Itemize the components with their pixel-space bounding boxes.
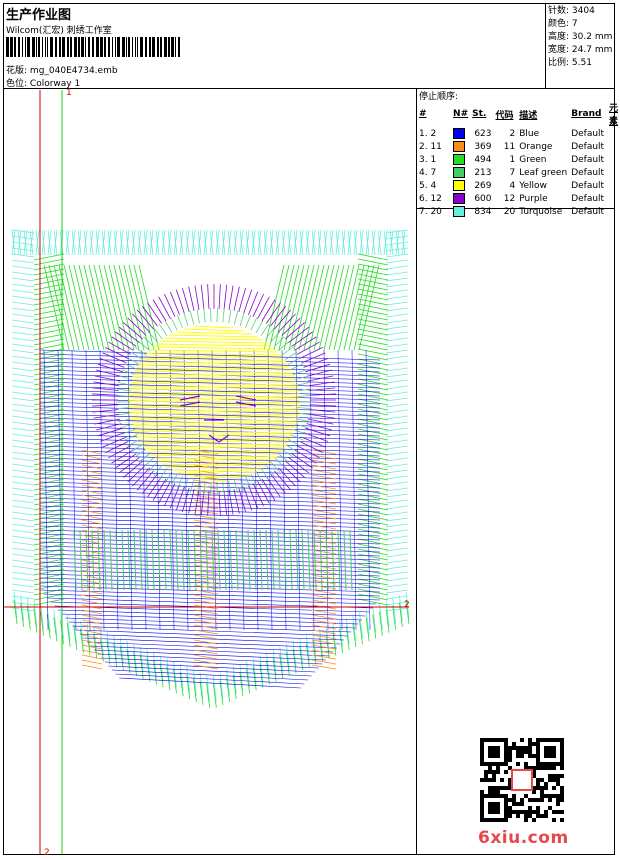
- color-swatch: [451, 205, 470, 218]
- color-swatch: [451, 166, 470, 179]
- col-code: 代码: [495, 110, 514, 121]
- legend-name: Blue: [519, 128, 540, 139]
- legend-name: Orange: [519, 141, 553, 152]
- header-divider: [3, 88, 615, 89]
- legend-element: [607, 179, 620, 192]
- swatch-box: [453, 180, 466, 191]
- legend-stitches: 369: [474, 141, 492, 152]
- swatch-box: [453, 193, 466, 204]
- colorway-label: 色位:: [6, 79, 28, 89]
- stat-scale: 比例: 5.51: [548, 58, 592, 68]
- stats-divider: [545, 3, 546, 89]
- site-logo: 6xiu.com: [478, 828, 569, 848]
- legend-name: Green: [519, 154, 547, 165]
- legend-name: Yellow: [519, 180, 547, 191]
- barcode: [6, 37, 180, 57]
- col-element: 元素: [608, 104, 618, 127]
- col-order: #: [419, 109, 427, 119]
- col-description: 描述: [519, 110, 538, 121]
- legend-code: 1: [509, 154, 516, 165]
- legend-name: Leaf green: [519, 167, 568, 178]
- legend-code: 20: [503, 206, 516, 217]
- legend-code: 2: [509, 128, 516, 139]
- stat-colors: 颜色: 7: [548, 19, 578, 29]
- design-label: 花版:: [6, 66, 28, 76]
- company-name: Wilcom(汇宏) 刺绣工作室: [6, 26, 112, 36]
- legend-order: 5. 4: [419, 180, 437, 191]
- swatch-box: [453, 128, 466, 139]
- legend-order: 3. 1: [419, 154, 437, 165]
- stats-panel: 针数: 3404 颜色: 7 高度: 30.2 mm 宽度: 24.7 mm 比…: [548, 5, 612, 70]
- color-swatch: [451, 179, 470, 192]
- legend-code: 7: [509, 167, 516, 178]
- legend-row: 7. 20 834 20 Turquoise Default: [417, 205, 620, 218]
- legend-brand: Default: [571, 141, 605, 152]
- legend-name: Turquoise: [519, 206, 563, 217]
- legend-stitches: 269: [474, 180, 492, 191]
- stat-stitches: 针数: 3404: [548, 6, 595, 16]
- embroidery-design: [4, 90, 410, 854]
- legend-order: 6. 12: [419, 193, 442, 204]
- legend-row: 1. 2 623 2 Blue Default: [417, 127, 620, 140]
- legend-element: [607, 166, 620, 179]
- legend-code: 12: [503, 193, 516, 204]
- legend-element: [607, 205, 620, 218]
- color-swatch: [451, 153, 470, 166]
- col-swatch: N#: [453, 109, 469, 119]
- legend-element: [607, 192, 620, 205]
- legend-row: 3. 1 494 1 Green Default: [417, 153, 620, 166]
- swatch-box: [453, 141, 466, 152]
- col-stitches: St.: [472, 109, 487, 119]
- legend-order: 7. 20: [419, 206, 442, 217]
- stat-height: 高度: 30.2 mm: [548, 32, 613, 42]
- swatch-box: [453, 167, 466, 178]
- legend-brand: Default: [571, 167, 605, 178]
- legend-stitches: 213: [474, 167, 492, 178]
- color-swatch: [451, 127, 470, 140]
- legend-stitches: 623: [474, 128, 492, 139]
- legend-brand: Default: [571, 128, 605, 139]
- stat-width: 宽度: 24.7 mm: [548, 45, 613, 55]
- legend-element: [607, 153, 620, 166]
- swatch-box: [453, 206, 466, 217]
- swatch-box: [453, 154, 466, 165]
- legend-row: 6. 12 600 12 Purple Default: [417, 192, 620, 205]
- legend-code: 11: [503, 141, 516, 152]
- page-title: 生产作业图: [6, 8, 72, 23]
- legend-stitches: 600: [474, 193, 492, 204]
- legend-brand: Default: [571, 206, 605, 217]
- legend-stitches: 834: [474, 206, 492, 217]
- legend-order: 4. 7: [419, 167, 437, 178]
- colorway-name: Colorway 1: [29, 79, 81, 89]
- legend-row: 4. 7 213 7 Leaf green Default: [417, 166, 620, 179]
- legend-element: [607, 140, 620, 153]
- legend-order: 2. 11: [419, 141, 442, 152]
- legend-brand: Default: [571, 193, 605, 204]
- legend-code: 4: [509, 180, 516, 191]
- color-legend-table: # N# St. 代码 描述 Brand 元素 1. 2 623 2 Blue Defa…: [417, 101, 620, 218]
- legend-element: [607, 127, 620, 140]
- marker-bottom: 2: [44, 848, 50, 858]
- legend-brand: Default: [571, 180, 605, 191]
- legend-row: 5. 4 269 4 Yellow Default: [417, 179, 620, 192]
- marker-right: 2: [404, 600, 410, 610]
- legend-name: Purple: [519, 193, 548, 204]
- design-file: mg_040E4734.emb: [29, 66, 118, 76]
- legend-row: 2. 11 369 11 Orange Default: [417, 140, 620, 153]
- legend-stitches: 494: [474, 154, 492, 165]
- design-file-row: 花版: mg_040E4734.emb: [6, 63, 118, 76]
- color-swatch: [451, 140, 470, 153]
- qr-code: [480, 738, 564, 822]
- legend-header-row: # N# St. 代码 描述 Brand 元素: [417, 101, 620, 127]
- color-swatch: [451, 192, 470, 205]
- legend-order: 1. 2: [419, 128, 437, 139]
- legend-brand: Default: [571, 154, 605, 165]
- col-brand: Brand: [571, 109, 602, 119]
- marker-top: 1: [66, 88, 72, 98]
